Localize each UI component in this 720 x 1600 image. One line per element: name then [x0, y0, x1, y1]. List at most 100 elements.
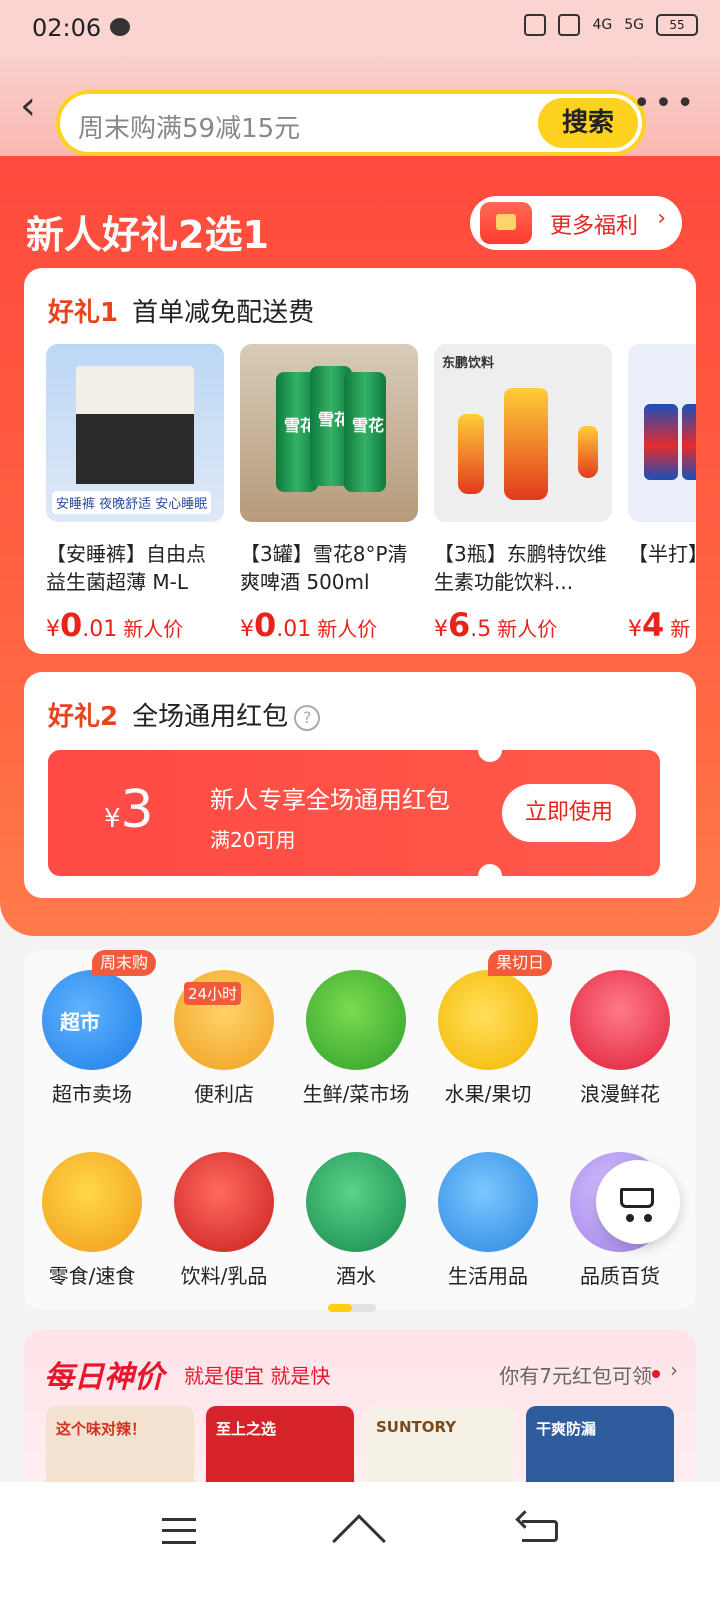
category-supermarket[interactable]: 超市 周末购 超市卖场 [28, 950, 157, 1110]
product-image[interactable] [628, 344, 696, 522]
network-4g-label: 4G [592, 17, 613, 33]
category-label: 便利店 [194, 1082, 254, 1106]
battery-icon: 55 [656, 14, 698, 36]
category-label: 生活用品 [448, 1264, 528, 1288]
brand-logo: 东鹏饮料 [442, 356, 495, 371]
message-icon [110, 18, 130, 36]
gift-box-icon [480, 202, 532, 244]
daily-deals-logo: 每日神价 [44, 1360, 164, 1395]
cart-icon [620, 1188, 654, 1208]
gift2-card: 好礼2 全场通用红包? ¥3 新人专享全场通用红包 满20可用 立即使用 [24, 672, 696, 898]
gift2-header: 好礼2 全场通用红包? [48, 696, 321, 733]
daily-deals-section: 每日神价 就是便宜 就是快 你有7元红包可领 › 这个味对辣！ 至上之选 SUN… [24, 1330, 696, 1490]
system-navigation-bar [0, 1482, 720, 1600]
category-drinks[interactable]: 饮料/乳品 [160, 1132, 288, 1292]
gift1-card: 好礼1 首单减免配送费 安睡裤 夜晚舒适 安心睡眠 【安睡裤】自由点益生菌超薄 M… [24, 268, 696, 654]
snack-icon [42, 1152, 142, 1252]
coupon-condition: 满20可用 [210, 828, 296, 852]
category-snacks[interactable]: 零食/速食 [28, 1132, 156, 1292]
category-badge: 周末购 [92, 950, 157, 976]
red-packet-coupon[interactable]: ¥3 新人专享全场通用红包 满20可用 立即使用 [48, 750, 660, 876]
product-price: ¥6.5 新人价 [434, 606, 558, 644]
more-welfare-button[interactable]: 更多福利 › [470, 196, 682, 250]
category-label: 饮料/乳品 [180, 1264, 268, 1288]
vegetable-icon [306, 970, 406, 1070]
flower-icon [570, 970, 670, 1070]
product-price: ¥0.01 新人价 [240, 606, 378, 644]
promo-title: 新人好礼2选1 [26, 213, 269, 257]
status-bar: 02:06 4G 5G 55 [0, 0, 720, 56]
category-flowers[interactable]: 浪漫鲜花 [556, 950, 684, 1110]
gift2-number: 好礼2 [48, 702, 119, 732]
beer-icon [306, 1152, 406, 1252]
category-label: 水果/果切 [444, 1082, 532, 1106]
category-label: 酒水 [336, 1264, 376, 1288]
search-input[interactable]: 周末购满59减15元 [78, 108, 300, 145]
help-icon[interactable]: ? [294, 704, 321, 731]
top-bar: ‹ 周末购满59减15元 搜索 ••• [0, 56, 720, 156]
cart-button[interactable] [596, 1160, 680, 1244]
product-price: ¥0.01 新人价 [46, 606, 184, 644]
product-card[interactable]: 安睡裤 夜晚舒适 安心睡眠 【安睡裤】自由点益生菌超薄 M-L码... ¥0.0… [46, 344, 224, 644]
deal-thumbnail[interactable]: SUNTORY [366, 1406, 514, 1490]
product-card[interactable]: 【半打】可乐 汽水 ¥4新 [628, 344, 696, 644]
category-alcohol[interactable]: 酒水 [292, 1132, 420, 1292]
search-box[interactable]: 周末购满59减15元 搜索 [56, 90, 646, 156]
beer-can-image: 雪花 [344, 372, 386, 492]
product-name: 【半打】可乐 汽水 [628, 542, 696, 566]
detergent-icon [438, 1152, 538, 1252]
deal-thumbnails: 这个味对辣！ 至上之选 SUNTORY 干爽防漏 [46, 1406, 674, 1490]
back-arrow-icon[interactable]: ‹ [20, 86, 36, 126]
drink-icon [174, 1152, 274, 1252]
redpacket-link[interactable]: 你有7元红包可领 [499, 1360, 652, 1389]
diaper-pack-image [76, 366, 194, 484]
chevron-right-icon: › [657, 206, 666, 231]
bottle-image [458, 414, 484, 494]
daily-deals-slogan: 就是便宜 就是快 [184, 1364, 331, 1388]
category-convenience-store[interactable]: 24小时 便利店 [160, 950, 288, 1110]
deal-thumbnail[interactable]: 这个味对辣！ [46, 1406, 194, 1490]
category-grid: 超市 周末购 超市卖场 24小时 便利店 生鲜/菜市场 果切日 水果/果切 浪漫… [24, 950, 696, 1312]
product-image-label: 安睡裤 夜晚舒适 安心睡眠 [52, 491, 212, 514]
supermarket-icon: 超市 [42, 970, 142, 1070]
back-icon[interactable] [522, 1520, 558, 1542]
bottle-image [504, 388, 548, 500]
bluetooth-icon [524, 14, 547, 36]
gift1-header: 好礼1 首单减免配送费 [48, 292, 314, 329]
status-time: 02:06 [32, 14, 102, 42]
bottle-image [578, 426, 598, 478]
page-indicator [328, 1304, 376, 1312]
coupon-title: 新人专享全场通用红包 [210, 786, 450, 814]
newcomer-gift-section: 新人好礼2选1 更多福利 › 好礼1 首单减免配送费 安睡裤 夜晚舒适 安心睡眠 … [0, 156, 720, 936]
category-label: 浪漫鲜花 [580, 1082, 660, 1106]
more-options-icon[interactable]: ••• [633, 86, 698, 121]
home-icon[interactable] [332, 1512, 386, 1568]
category-label: 生鲜/菜市场 [302, 1082, 410, 1106]
fruit-icon [438, 970, 538, 1070]
product-price: ¥4 新 [628, 606, 691, 644]
gift1-number: 好礼1 [48, 298, 119, 328]
category-label: 超市卖场 [52, 1082, 132, 1106]
deal-thumbnail[interactable]: 干爽防漏 [526, 1406, 674, 1490]
product-image[interactable]: 安睡裤 夜晚舒适 安心睡眠 [46, 344, 224, 522]
deal-thumbnail[interactable]: 至上之选 [206, 1406, 354, 1490]
product-image[interactable]: 东鹏饮料 [434, 344, 612, 522]
notification-dot [652, 1370, 660, 1378]
search-button[interactable]: 搜索 [538, 98, 638, 148]
category-household[interactable]: 生活用品 [424, 1132, 552, 1292]
category-fruit[interactable]: 果切日 水果/果切 [424, 950, 553, 1110]
category-fresh[interactable]: 生鲜/菜市场 [292, 950, 420, 1110]
mute-icon [558, 14, 581, 36]
use-now-button[interactable]: 立即使用 [502, 784, 636, 842]
category-badge: 果切日 [488, 950, 553, 976]
product-card[interactable]: 东鹏饮料 【3瓶】东鹏特饮维生素功能饮料... ¥6.5 新人价 [434, 344, 612, 644]
soda-can-image [644, 404, 678, 480]
chevron-right-icon[interactable]: › [670, 1358, 678, 1382]
product-card[interactable]: 雪花 雪花 雪花 【3罐】雪花8°P清爽啤酒 500ml ¥0.01 新人价 [240, 344, 418, 644]
coupon-amount: ¥3 [104, 780, 154, 840]
product-name: 【安睡裤】自由点益生菌超薄 M-L码... [46, 542, 206, 594]
status-icons: 4G 5G 55 [524, 14, 698, 36]
menu-icon[interactable] [162, 1518, 196, 1544]
product-image[interactable]: 雪花 雪花 雪花 [240, 344, 418, 522]
product-list: 安睡裤 夜晚舒适 安心睡眠 【安睡裤】自由点益生菌超薄 M-L码... ¥0.0… [46, 344, 696, 644]
